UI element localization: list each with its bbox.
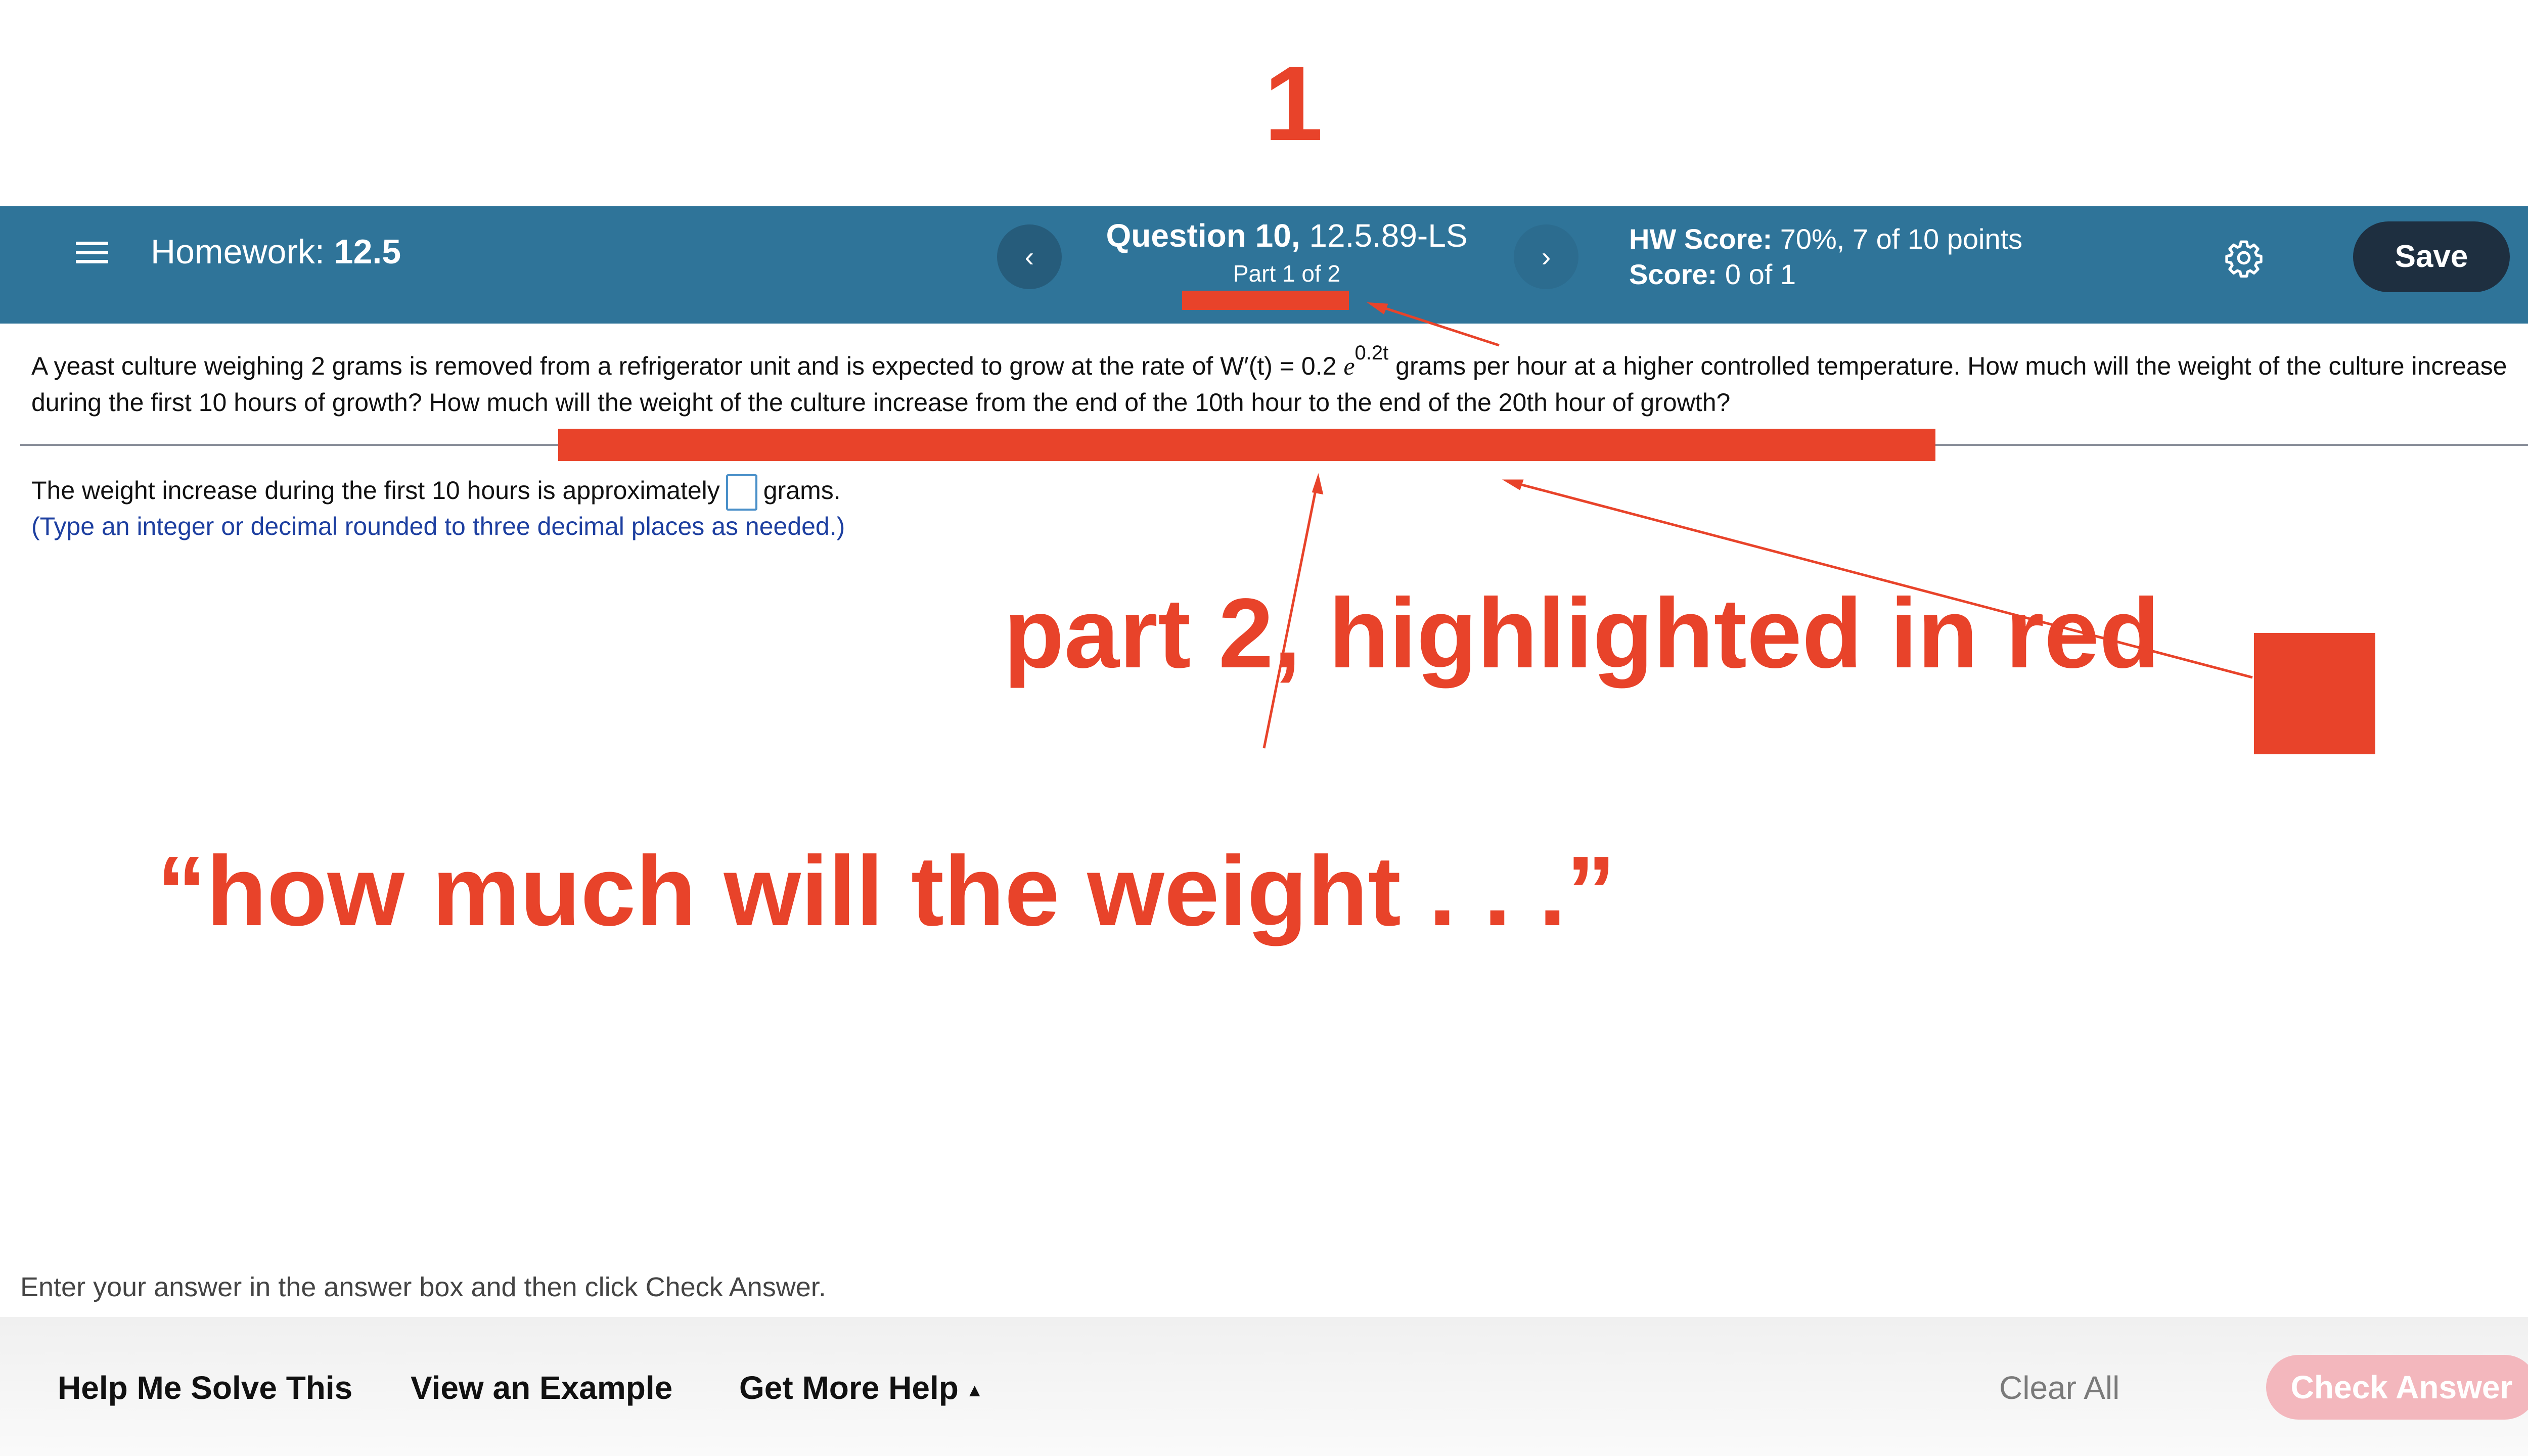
next-question-button[interactable]: ›	[1514, 224, 1578, 289]
instruction-text: Enter your answer in the answer box and …	[20, 1272, 826, 1302]
caret-up-icon: ▲	[965, 1380, 984, 1401]
help-me-solve-link[interactable]: Help Me Solve This	[58, 1369, 352, 1406]
question-text: A yeast culture weighing 2 grams is remo…	[31, 342, 2528, 420]
answer-prefix: The weight increase during the first 10 …	[31, 476, 720, 505]
clear-all-button[interactable]: Clear All	[1999, 1369, 2119, 1406]
footer-bar	[0, 1317, 2528, 1456]
settings-gear-icon[interactable]	[2224, 238, 2264, 278]
hw-score: HW Score: 70%, 7 of 10 points	[1629, 221, 2022, 257]
check-answer-button[interactable]: Check Answer	[2266, 1355, 2528, 1420]
homework-label: Homework:	[151, 233, 325, 271]
score-label: Score:	[1629, 258, 1718, 290]
formula-base: e	[1343, 352, 1355, 380]
answer-suffix: grams.	[763, 476, 841, 505]
question-score: Score: 0 of 1	[1629, 257, 2022, 292]
part-highlight	[1182, 291, 1349, 310]
annotation-part2-note: part 2, highlighted in red	[1004, 578, 2160, 689]
hw-score-value: 70%, 7 of 10 points	[1780, 223, 2023, 255]
menu-icon[interactable]	[76, 238, 108, 270]
score-panel: HW Score: 70%, 7 of 10 points Score: 0 o…	[1629, 221, 2022, 292]
question-text-start: A yeast culture weighing 2 grams is remo…	[31, 352, 1337, 380]
annotation-square	[2254, 633, 2375, 754]
get-more-help-label: Get More Help	[739, 1370, 959, 1406]
hw-score-label: HW Score:	[1629, 223, 1773, 255]
annotation-number: 1	[1264, 44, 1323, 163]
previous-question-button[interactable]: ‹	[997, 224, 1062, 289]
save-button[interactable]: Save	[2353, 221, 2510, 292]
question-part: Part 1 of 2	[1233, 260, 1341, 287]
homework-value: 12.5	[334, 233, 401, 271]
question-highlight	[558, 429, 1935, 461]
answer-hint: (Type an integer or decimal rounded to t…	[31, 512, 845, 540]
answer-statement: The weight increase during the first 10 …	[31, 470, 841, 511]
question-code: 12.5.89-LS	[1309, 217, 1468, 254]
view-example-link[interactable]: View an Example	[411, 1369, 672, 1406]
question-title: Question 10, 12.5.89-LS	[1087, 216, 1486, 255]
annotation-quote-note: “how much will the weight . . .”	[157, 836, 1616, 946]
get-more-help-menu[interactable]: Get More Help ▲	[739, 1369, 983, 1406]
answer-input[interactable]	[726, 474, 757, 511]
homework-title: Homework: 12.5	[151, 232, 401, 273]
score-value: 0 of 1	[1725, 258, 1796, 290]
formula-exponent: 0.2t	[1355, 342, 1389, 364]
question-label: Question 10,	[1106, 217, 1300, 254]
